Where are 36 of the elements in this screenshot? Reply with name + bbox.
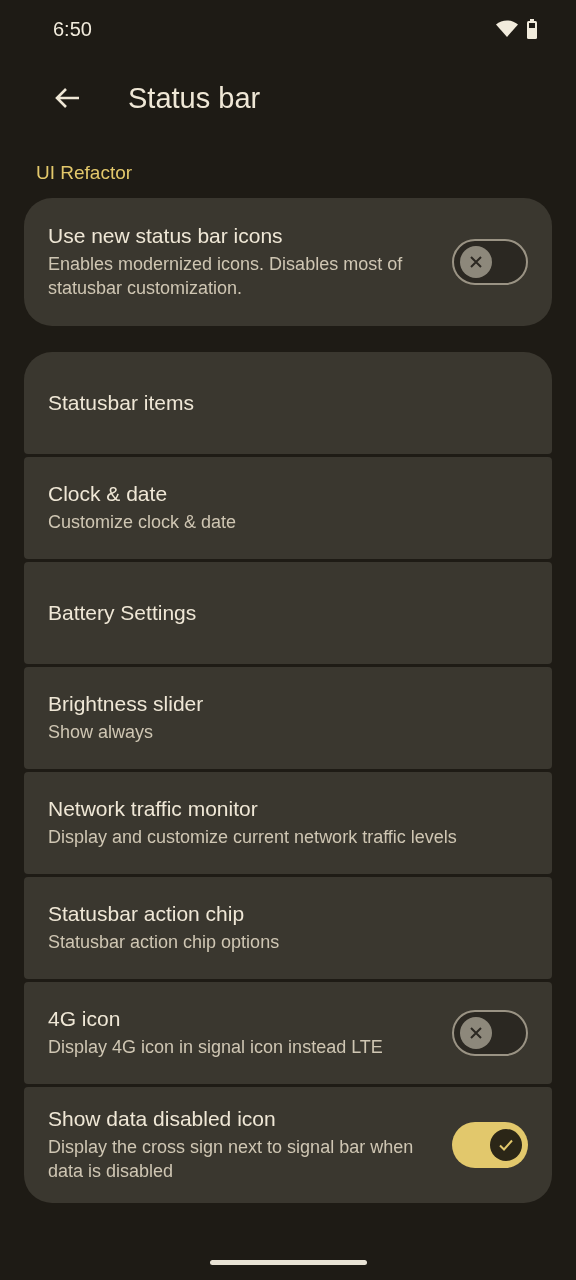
setting-row[interactable]: Brightness slider Show always <box>24 667 552 769</box>
toggle-switch[interactable] <box>452 239 528 285</box>
toggle-switch[interactable] <box>452 1010 528 1056</box>
setting-summary: Enables modernized icons. Disables most of statusbar customization. <box>48 253 404 300</box>
setting-row[interactable]: Statusbar items <box>24 352 552 454</box>
page-title: Status bar <box>128 81 261 115</box>
setting-summary: Display 4G icon in signal icon instead LTE <box>48 1036 384 1059</box>
setting-summary: Customize clock & date <box>48 511 238 534</box>
battery-icon <box>526 19 538 39</box>
clock-time: 6:50 <box>53 17 92 41</box>
setting-title: Show data disabled icon <box>48 1107 277 1131</box>
setting-title: Statusbar items <box>48 391 195 415</box>
setting-row[interactable]: Statusbar action chip Statusbar action chip options <box>24 877 552 979</box>
setting-title: Brightness slider <box>48 692 205 716</box>
setting-summary: Statusbar action chip options <box>48 931 281 954</box>
setting-title: 4G icon <box>48 1007 122 1031</box>
section-label: UI Refactor <box>35 161 134 185</box>
setting-title: Clock & date <box>48 482 169 506</box>
setting-row[interactable]: Battery Settings <box>24 562 552 664</box>
setting-row[interactable]: Show data disabled icon Display the cross sign next to signal bar when data is disabled <box>24 1087 552 1203</box>
close-icon <box>468 254 484 270</box>
setting-title: Statusbar action chip <box>48 902 246 926</box>
setting-row[interactable]: Network traffic monitor Display and customize current network traffic levels <box>24 772 552 874</box>
setting-summary: Show always <box>48 721 155 744</box>
setting-title: Battery Settings <box>48 601 198 625</box>
toggle-switch[interactable] <box>452 1122 528 1168</box>
setting-summary: Display the cross sign next to signal bar when data is disabled <box>48 1136 415 1183</box>
wifi-icon <box>496 20 518 38</box>
setting-row[interactable]: Use new status bar icons Enables modernized icons. Disables most of statusbar customization. <box>24 198 552 326</box>
close-icon <box>468 1025 484 1041</box>
setting-row[interactable]: Clock & date Customize clock & date <box>24 457 552 559</box>
setting-row[interactable]: 4G icon Display 4G icon in signal icon instead LTE <box>24 982 552 1084</box>
setting-title: Network traffic monitor <box>48 797 259 821</box>
back-arrow-icon <box>54 87 80 109</box>
setting-title: Use new status bar icons <box>48 224 284 248</box>
setting-summary: Display and customize current network traffic levels <box>48 826 458 849</box>
